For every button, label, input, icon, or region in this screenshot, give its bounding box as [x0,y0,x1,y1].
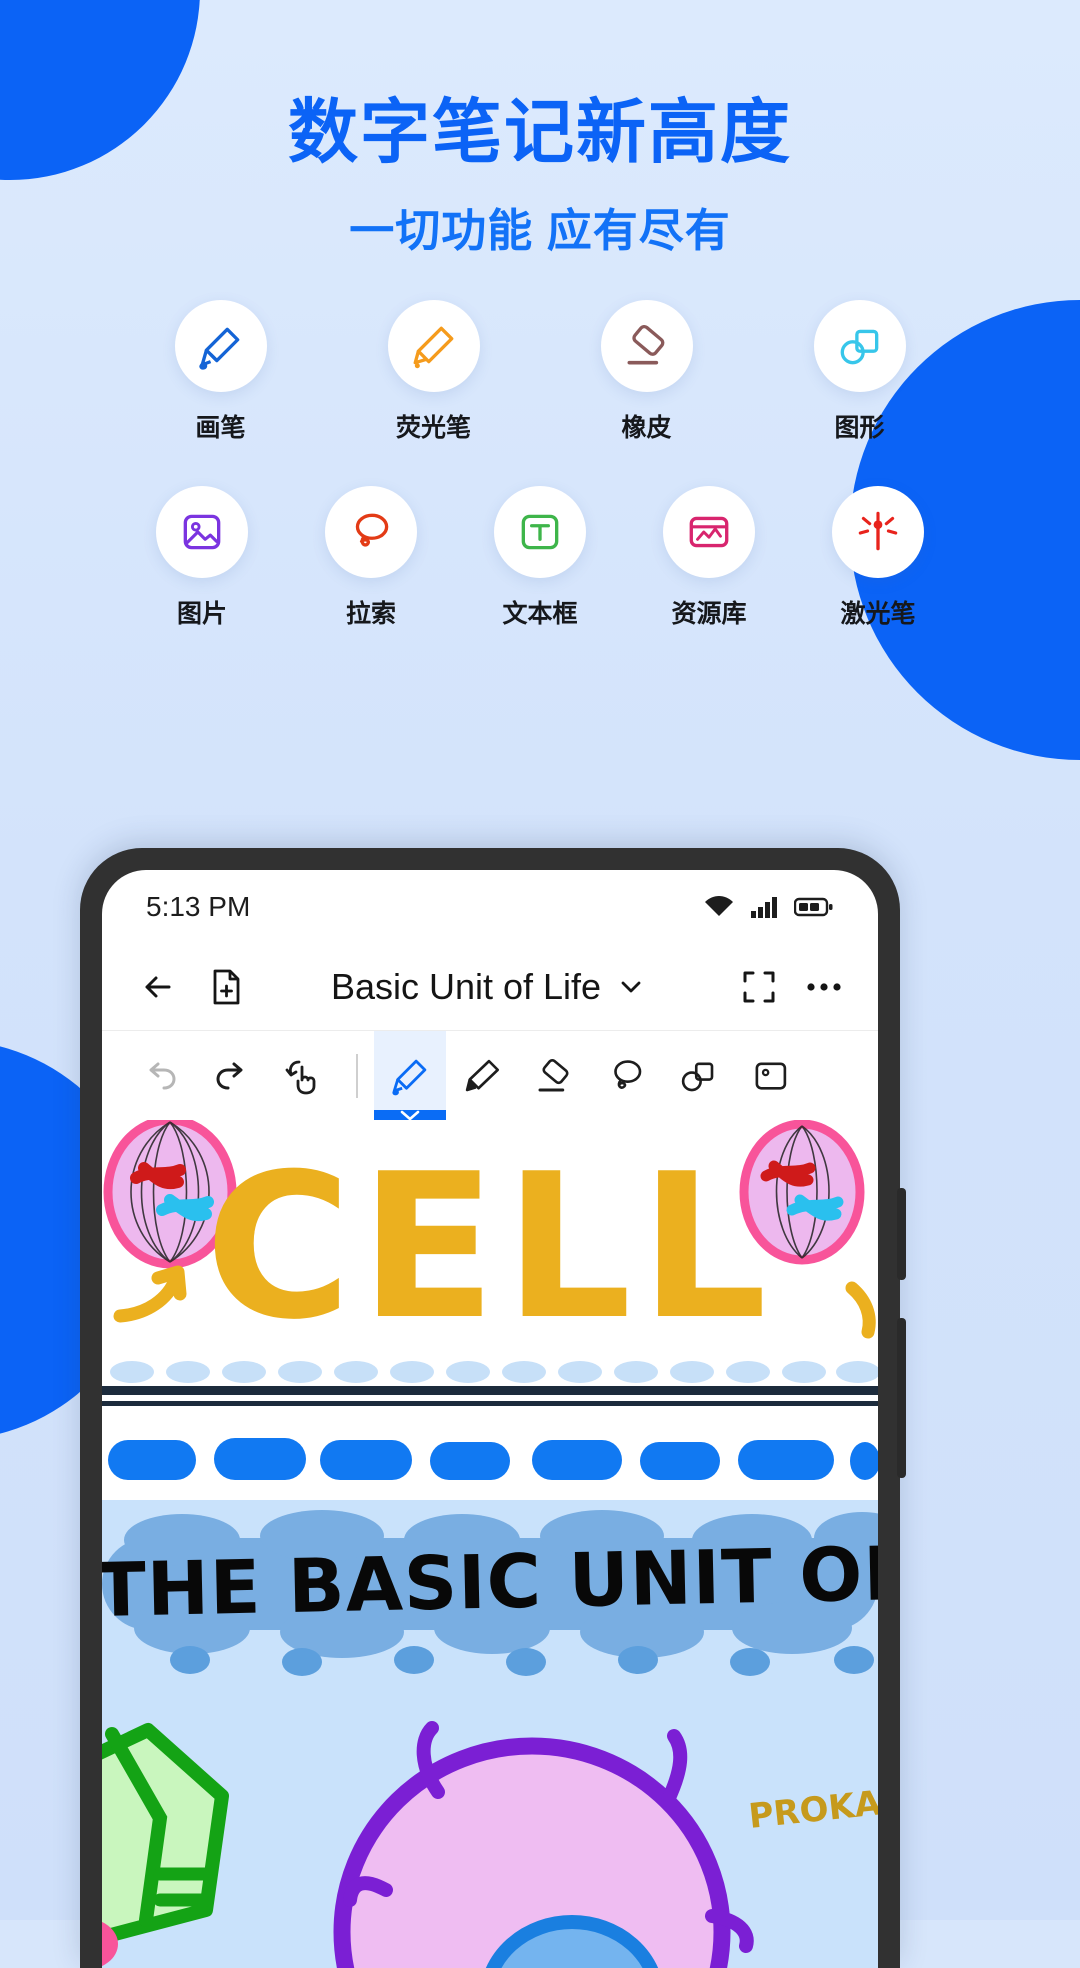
feature-lasso-bubble[interactable] [325,486,417,578]
feature-library-bubble[interactable] [663,486,755,578]
feature-eraser[interactable]: 橡皮 [574,300,719,444]
feature-lasso[interactable]: 拉索 [299,486,444,630]
eraser-icon [627,324,664,365]
status-bar-time: 5:13 PM [146,891,251,922]
feature-shapes-bubble[interactable] [813,300,906,392]
toolbar-touch-draw-button[interactable] [268,1031,340,1121]
separator-bar-top [102,1386,878,1395]
battery-icon [794,897,833,917]
page-title: 数字笔记新高度 [288,93,792,171]
feature-shapes-label: 图形 [834,414,885,442]
toolbar-separator [356,1053,358,1098]
canvas-heading-cell: CELL [205,1131,775,1364]
feature-eraser-label: 橡皮 [621,414,672,442]
toolbar-highlighter-button[interactable] [446,1031,518,1121]
textbox-icon [521,514,559,550]
image-icon [183,514,221,550]
status-bar: 5:13 PM [102,870,878,944]
fullscreen-button[interactable] [740,968,778,1006]
laser-pointer-icon [858,511,898,551]
feature-pen-bubble[interactable] [174,300,267,392]
feature-image[interactable]: 图片 [130,486,275,630]
shapes-icon [840,329,878,365]
more-options-button[interactable] [804,977,844,997]
feature-laser-pointer-bubble[interactable] [832,486,924,578]
toolbar-undo-button[interactable] [124,1031,196,1121]
feature-row-2: 图片 拉索 文本框 资源库 激光笔 [0,486,1080,630]
chevron-down-icon[interactable] [397,1108,423,1122]
highlighter-icon [465,1059,500,1091]
phone-side-button-volume[interactable] [897,1188,906,1280]
document-title[interactable]: Basic Unit of Life [262,966,714,1008]
page-subtitle: 一切功能 应有尽有 [349,204,731,256]
undo-icon [149,1062,176,1089]
feature-textbox-bubble[interactable] [494,486,586,578]
feature-textbox[interactable]: 文本框 [468,486,613,630]
note-drawing: CELL THE BASIC UNIT OF PROKARY [102,1120,878,1968]
wifi-icon [705,896,733,916]
pen-icon [392,1059,427,1095]
toolbar-shapes-button[interactable] [662,1031,734,1121]
drawing-toolbar [102,1030,878,1122]
library-icon [689,516,729,548]
back-button[interactable] [136,965,180,1009]
highlighter-icon [413,326,453,369]
back-arrow-icon [145,976,171,998]
blue-dash-row [108,1438,878,1480]
feature-highlighter[interactable]: 荧光笔 [361,300,506,444]
toolbar-pen-button[interactable] [374,1030,446,1122]
eraser-icon [538,1058,569,1091]
feature-library[interactable]: 资源库 [637,486,782,630]
feature-pen-label: 画笔 [195,414,246,442]
touch-draw-icon [285,1060,316,1094]
shapes-icon [681,1061,714,1091]
phone-side-button-power[interactable] [897,1318,906,1478]
document-title-text: Basic Unit of Life [330,966,602,1007]
feature-textbox-label: 文本框 [502,600,578,628]
app-header: Basic Unit of Life [102,944,878,1030]
more-options-icon [807,983,841,991]
feature-pen[interactable]: 画笔 [148,300,293,444]
feature-image-bubble[interactable] [156,486,248,578]
toolbar-image-button[interactable] [734,1031,806,1121]
image-icon [755,1061,787,1090]
feature-grid: 画笔 荧光笔 橡皮 图形 图片 拉索 文本框 资源库 激光笔 [0,300,1080,630]
feature-library-label: 资源库 [671,600,747,628]
phone-screen: 5:13 PM Basic Unit of Life CELL THE BASI… [102,870,878,1968]
cellular-signal-icon [751,897,777,918]
chevron-down-icon [621,981,641,993]
feature-eraser-bubble[interactable] [600,300,693,392]
lasso-icon [355,513,389,547]
add-page-button[interactable] [206,965,246,1009]
headings-block: 数字笔记新高度 一切功能 应有尽有 [0,93,1080,259]
feature-laser-pointer-label: 激光笔 [840,600,916,628]
toolbar-redo-button[interactable] [196,1031,268,1121]
feature-shapes[interactable]: 图形 [787,300,932,444]
feature-lasso-label: 拉索 [345,600,396,628]
toolbar-lasso-button[interactable] [590,1031,662,1121]
separator-bar-bottom [102,1401,878,1406]
feature-highlighter-label: 荧光笔 [395,414,471,442]
feature-highlighter-bubble[interactable] [387,300,480,392]
redo-icon [216,1062,243,1089]
pen-icon [198,327,239,370]
status-bar-icons [702,894,834,920]
add-page-icon [213,969,240,1005]
lasso-icon [614,1059,642,1089]
feature-row-1: 画笔 荧光笔 橡皮 图形 [0,300,1080,444]
toolbar-eraser-button[interactable] [518,1031,590,1121]
fullscreen-icon [743,971,775,1003]
feature-laser-pointer[interactable]: 激光笔 [806,486,951,630]
feature-image-label: 图片 [176,600,227,628]
phone-mockup: 5:13 PM Basic Unit of Life CELL THE BASI… [80,848,906,1968]
note-canvas[interactable]: CELL THE BASIC UNIT OF PROKARY [102,1120,878,1968]
